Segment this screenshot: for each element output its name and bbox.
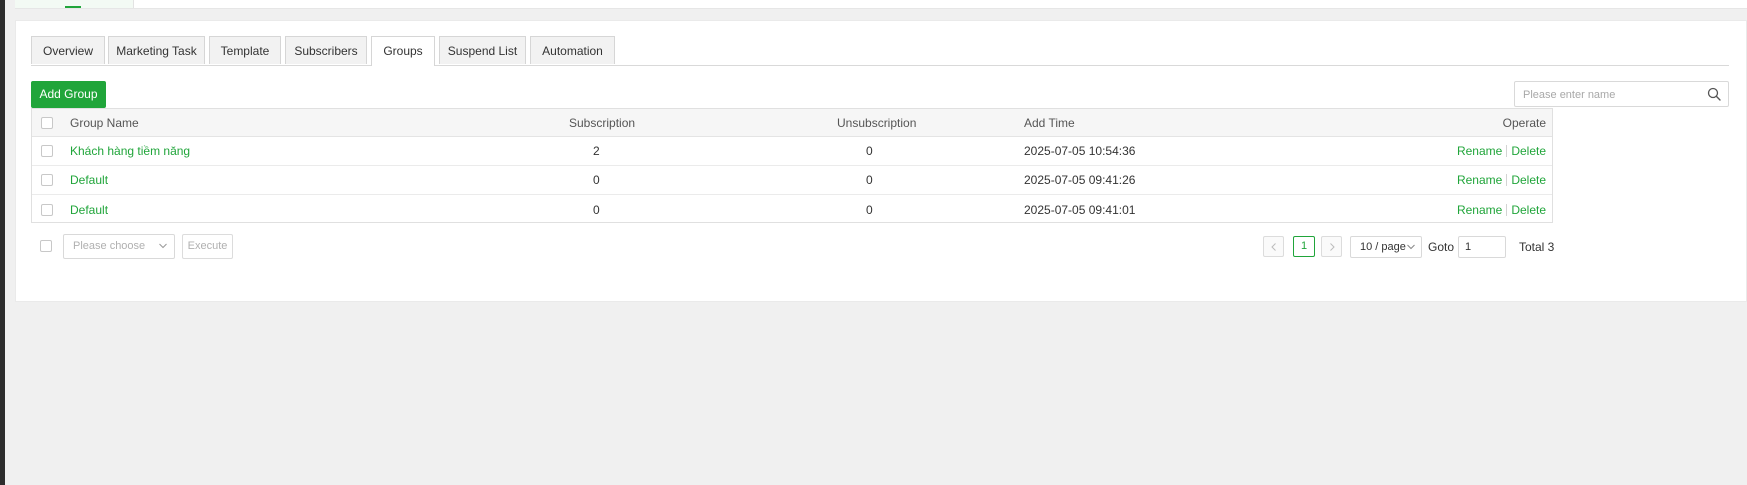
active-tab-indicator	[65, 6, 81, 8]
operate-actions: Rename Delete	[1457, 195, 1546, 224]
table-row: Khách hàng tiềm năng 2 0 2025-07-05 10:5…	[32, 137, 1552, 166]
unsubscription-count: 0	[866, 173, 873, 187]
table-row: Default 0 0 2025-07-05 09:41:26 Rename De…	[32, 166, 1552, 195]
search-box	[1514, 81, 1729, 107]
next-page-button[interactable]	[1321, 236, 1342, 257]
tab-template[interactable]: Template	[209, 36, 281, 64]
tab-automation[interactable]: Automation	[530, 36, 615, 64]
rename-link[interactable]: Rename	[1457, 173, 1502, 187]
top-tab-active[interactable]	[15, 0, 134, 8]
subscription-count: 2	[593, 144, 600, 158]
chevron-left-icon	[1271, 243, 1276, 251]
window-left-edge	[0, 0, 5, 485]
tab-subscribers[interactable]: Subscribers	[285, 36, 367, 64]
tab-groups[interactable]: Groups	[371, 36, 435, 66]
delete-link[interactable]: Delete	[1511, 203, 1546, 217]
column-operate: Operate	[1502, 115, 1546, 130]
add-time: 2025-07-05 10:54:36	[1024, 144, 1136, 158]
unsubscription-count: 0	[866, 144, 873, 158]
group-name-link[interactable]: Default	[70, 195, 108, 224]
tab-overview[interactable]: Overview	[31, 36, 105, 64]
rename-link[interactable]: Rename	[1457, 203, 1502, 217]
search-input[interactable]	[1521, 85, 1695, 105]
add-time: 2025-07-05 09:41:01	[1024, 202, 1136, 217]
column-add-time: Add Time	[1024, 115, 1075, 130]
select-all-checkbox[interactable]	[41, 116, 53, 129]
group-name-link[interactable]: Default	[70, 166, 108, 194]
unsubscription-count: 0	[866, 202, 873, 217]
table-row: Default 0 0 2025-07-05 09:41:01 Rename De…	[32, 195, 1552, 224]
chevron-right-icon	[1330, 243, 1335, 251]
top-nav-card	[15, 0, 1747, 9]
footer-select-all-checkbox[interactable]	[40, 240, 52, 252]
chevron-down-icon	[159, 243, 167, 249]
column-group-name: Group Name	[70, 115, 139, 130]
batch-action-select[interactable]: Please choose	[63, 234, 175, 259]
tab-marketing-task[interactable]: Marketing Task	[108, 36, 205, 64]
column-unsubscription: Unsubscription	[837, 115, 917, 130]
row-checkbox-cell	[41, 166, 53, 194]
action-divider	[1506, 145, 1508, 157]
tab-suspend-list[interactable]: Suspend List	[439, 36, 526, 64]
groups-table: Group Name Subscription Unsubscription A…	[31, 108, 1553, 223]
groups-panel: Overview Marketing Task Template Subscri…	[15, 20, 1747, 302]
tab-bar: Overview Marketing Task Template Subscri…	[31, 36, 1729, 66]
execute-button[interactable]: Execute	[182, 234, 233, 259]
subscription-count: 0	[593, 173, 600, 187]
page-number-current[interactable]: 1	[1293, 236, 1315, 257]
operate-actions: Rename Delete	[1457, 137, 1546, 165]
operate-actions: Rename Delete	[1457, 166, 1546, 194]
action-divider	[1506, 174, 1508, 186]
page-size-select[interactable]: 10 / page	[1350, 236, 1422, 258]
row-checkbox[interactable]	[41, 174, 53, 186]
batch-action-placeholder: Please choose	[73, 240, 146, 252]
page-size-value: 10 / page	[1360, 241, 1406, 253]
add-group-button[interactable]: Add Group	[31, 81, 106, 108]
subscription-count: 0	[593, 202, 600, 217]
row-checkbox-cell	[41, 137, 53, 165]
goto-page-input[interactable]: 1	[1458, 236, 1506, 258]
goto-label: Goto	[1428, 240, 1455, 254]
row-checkbox[interactable]	[41, 145, 53, 157]
delete-link[interactable]: Delete	[1511, 144, 1546, 158]
delete-link[interactable]: Delete	[1511, 173, 1546, 187]
row-checkbox-cell	[41, 195, 53, 224]
chevron-down-icon	[1407, 244, 1415, 250]
column-subscription: Subscription	[569, 115, 636, 130]
select-all-checkbox-cell	[41, 109, 53, 136]
group-name-link[interactable]: Khách hàng tiềm năng	[70, 137, 190, 165]
action-divider	[1506, 203, 1508, 216]
total-count: Total 3	[1519, 240, 1555, 254]
table-header: Group Name Subscription Unsubscription A…	[32, 109, 1552, 137]
row-checkbox[interactable]	[41, 203, 53, 216]
search-icon[interactable]	[1706, 86, 1722, 102]
add-time: 2025-07-05 09:41:26	[1024, 173, 1136, 187]
rename-link[interactable]: Rename	[1457, 144, 1502, 158]
prev-page-button[interactable]	[1263, 236, 1284, 257]
